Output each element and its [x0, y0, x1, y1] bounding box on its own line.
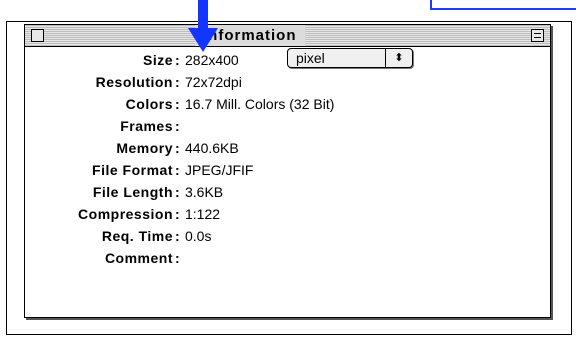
row-value: 440.6KB	[185, 140, 239, 156]
close-box-icon[interactable]	[31, 29, 44, 42]
row-label: Resolution	[95, 74, 173, 90]
row-value: 1:122	[185, 206, 221, 222]
callout-line	[430, 0, 576, 10]
info-content: Size : 282x400 pixel ⬍ Resolution : 72x7…	[25, 47, 550, 317]
row-value: 282x400	[185, 52, 239, 68]
row-label: Req. Time	[101, 228, 173, 244]
pointer-arrow-icon	[198, 0, 208, 30]
row-value: JPEG/JFIF	[185, 162, 254, 178]
updown-arrows-icon: ⬍	[385, 49, 412, 67]
row-value: 0.0s	[185, 228, 212, 244]
row-label: Comment	[104, 250, 173, 266]
row-label: Frames	[120, 118, 173, 134]
row-value: 3.6KB	[185, 184, 224, 200]
title-bar[interactable]: Information	[25, 25, 550, 47]
information-window: Information Size : 282x400 pixel ⬍ Resol…	[24, 24, 551, 318]
row-value: 72x72dpi	[185, 74, 242, 90]
row-label: Compression	[78, 206, 173, 222]
row-label: File Format	[92, 162, 173, 178]
pointer-arrowhead-icon	[188, 28, 218, 52]
row-label: Size	[142, 52, 173, 68]
row-label: Memory	[116, 140, 173, 156]
row-value: 16.7 Mill. Colors (32 Bit)	[185, 96, 335, 112]
row-label: File Length	[92, 184, 173, 200]
unit-select-value: pixel	[296, 50, 325, 66]
row-label: Colors	[125, 96, 173, 112]
zoom-box-icon[interactable]	[531, 29, 544, 42]
unit-select[interactable]: pixel ⬍	[287, 48, 413, 68]
